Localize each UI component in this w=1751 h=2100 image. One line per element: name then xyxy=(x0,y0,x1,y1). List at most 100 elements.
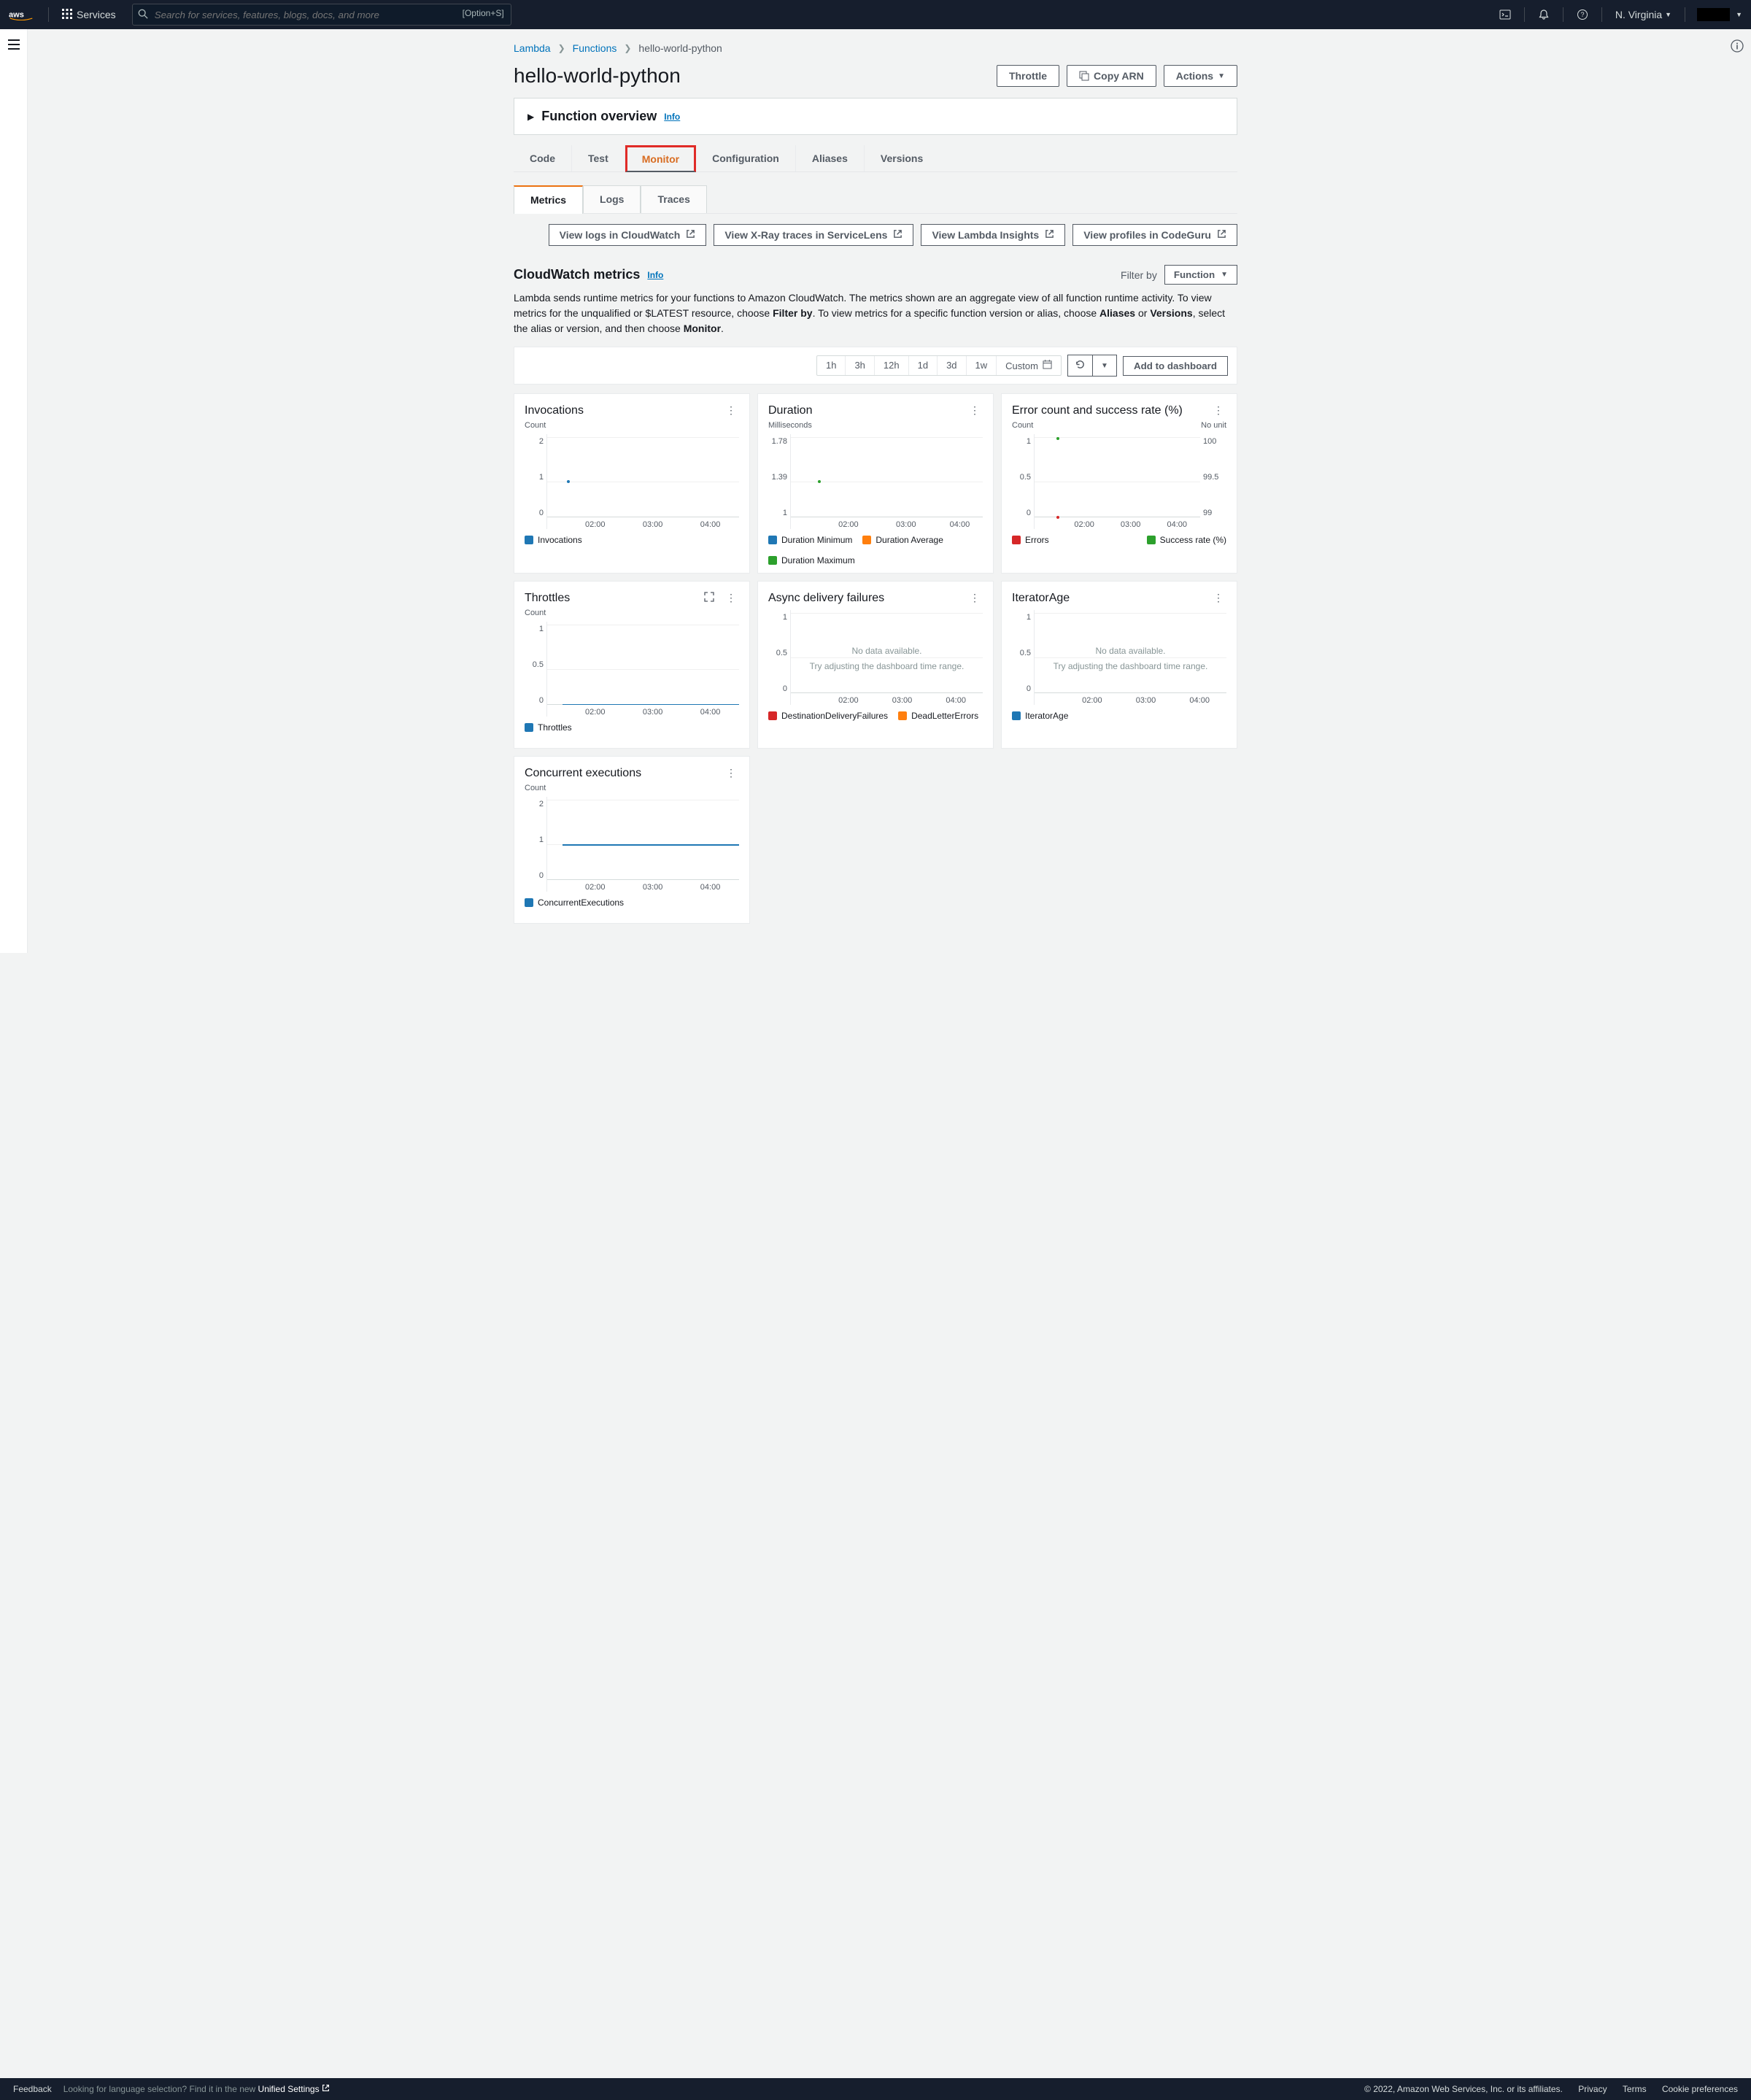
range-1h[interactable]: 1h xyxy=(817,356,846,375)
external-link-icon xyxy=(686,229,695,241)
kebab-menu-icon[interactable]: ⋮ xyxy=(1210,403,1226,418)
hamburger-icon[interactable] xyxy=(8,39,20,953)
expand-icon[interactable] xyxy=(701,590,717,606)
invocations-card: Invocations ⋮ Count 2 1 0 02:00 xyxy=(514,393,750,574)
y-axis: 1 0.5 0 xyxy=(1012,610,1034,705)
filter-by-label: Filter by xyxy=(1121,269,1157,281)
svg-text:aws: aws xyxy=(9,10,24,19)
external-link-icon xyxy=(893,229,902,241)
range-1d[interactable]: 1d xyxy=(909,356,938,375)
grid-icon xyxy=(62,9,72,21)
legend: IteratorAge xyxy=(1012,711,1226,721)
kebab-menu-icon[interactable]: ⋮ xyxy=(967,590,983,606)
concurrent-executions-card: Concurrent executions ⋮ Count 2 1 0 xyxy=(514,756,750,924)
unit-label: Count xyxy=(525,609,546,617)
cloudwatch-info-link[interactable]: Info xyxy=(647,270,663,280)
region-selector[interactable]: N. Virginia ▼ xyxy=(1608,9,1679,20)
function-overview-panel: ▶ Function overview Info xyxy=(514,98,1237,135)
throttle-button[interactable]: Throttle xyxy=(997,65,1059,87)
unit-label-right: No unit xyxy=(1201,421,1226,430)
help-icon[interactable]: ? xyxy=(1569,0,1596,29)
view-lambda-insights-button[interactable]: View Lambda Insights xyxy=(921,224,1065,246)
refresh-icon xyxy=(1075,359,1086,372)
unit-label: Count xyxy=(525,421,546,430)
caret-down-icon: ▼ xyxy=(1218,72,1225,80)
card-title: Concurrent executions xyxy=(525,767,641,780)
kebab-menu-icon[interactable]: ⋮ xyxy=(723,590,739,606)
top-navigation: aws Services [Option+S] ? N. Virginia ▼ xyxy=(0,0,1751,29)
overview-info-link[interactable]: Info xyxy=(664,112,680,122)
tab-test[interactable]: Test xyxy=(572,145,625,171)
range-3d[interactable]: 3d xyxy=(938,356,966,375)
disclosure-triangle-icon: ▶ xyxy=(527,112,534,122)
refresh-dropdown-button[interactable]: ▼ xyxy=(1092,355,1117,377)
notifications-icon[interactable] xyxy=(1531,0,1557,29)
duration-card: Duration ⋮ Milliseconds 1.78 1.39 1 xyxy=(757,393,994,574)
filter-by-dropdown[interactable]: Function ▼ xyxy=(1164,265,1237,285)
cloudwatch-header: CloudWatch metrics Info Filter by Functi… xyxy=(514,265,1237,285)
view-logs-cloudwatch-button[interactable]: View logs in CloudWatch xyxy=(549,224,707,246)
kebab-menu-icon[interactable]: ⋮ xyxy=(723,765,739,781)
metrics-toolbar: 1h 3h 12h 1d 3d 1w Custom ▼ Add to da xyxy=(514,347,1237,385)
aws-logo[interactable]: aws xyxy=(9,9,42,20)
chart-plot: 02:00 03:00 04:00 xyxy=(546,622,739,717)
copy-arn-button[interactable]: Copy ARN xyxy=(1067,65,1156,87)
caret-down-icon: ▼ xyxy=(1221,271,1228,279)
cloudshell-icon[interactable] xyxy=(1492,0,1518,29)
cloudwatch-description: Lambda sends runtime metrics for your fu… xyxy=(514,290,1229,336)
side-panel-toggle xyxy=(0,29,28,953)
divider xyxy=(48,7,49,22)
external-link-icon xyxy=(1217,229,1226,241)
metrics-grid: Invocations ⋮ Count 2 1 0 02:00 xyxy=(514,393,1237,924)
actions-dropdown[interactable]: Actions ▼ xyxy=(1164,65,1237,87)
caret-down-icon: ▼ xyxy=(1665,11,1671,18)
subtab-logs[interactable]: Logs xyxy=(583,185,641,213)
view-xray-traces-button[interactable]: View X-Ray traces in ServiceLens xyxy=(714,224,913,246)
feedback-link[interactable]: Feedback xyxy=(13,2084,52,2094)
range-3h[interactable]: 3h xyxy=(846,356,874,375)
info-icon[interactable] xyxy=(1731,39,1744,953)
divider xyxy=(1601,7,1602,22)
range-custom[interactable]: Custom xyxy=(997,356,1061,375)
legend: ConcurrentExecutions xyxy=(525,897,739,908)
search-icon xyxy=(138,9,148,21)
language-hint: Looking for language selection? Find it … xyxy=(63,2084,330,2094)
search-input[interactable] xyxy=(132,4,511,26)
card-title: Duration xyxy=(768,404,812,417)
add-to-dashboard-button[interactable]: Add to dashboard xyxy=(1123,356,1228,376)
chart-plot: No data available. Try adjusting the das… xyxy=(790,610,983,705)
kebab-menu-icon[interactable]: ⋮ xyxy=(723,403,739,418)
error-rate-card: Error count and success rate (%) ⋮ Count… xyxy=(1001,393,1237,574)
y-axis-left: 1 0.5 0 xyxy=(1012,434,1034,529)
breadcrumb-functions[interactable]: Functions xyxy=(573,42,617,54)
tab-monitor[interactable]: Monitor xyxy=(625,145,696,172)
iterator-age-card: IteratorAge ⋮ 1 0.5 0 No data available. xyxy=(1001,581,1237,749)
privacy-link[interactable]: Privacy xyxy=(1578,2084,1607,2094)
tab-code[interactable]: Code xyxy=(514,145,572,171)
account-indicator[interactable] xyxy=(1697,8,1730,21)
external-link-icon xyxy=(322,2084,330,2094)
services-menu-button[interactable]: Services xyxy=(55,6,123,24)
tab-configuration[interactable]: Configuration xyxy=(696,145,796,171)
unit-label: Count xyxy=(525,784,546,792)
terms-link[interactable]: Terms xyxy=(1623,2084,1647,2094)
refresh-button[interactable] xyxy=(1067,355,1092,377)
breadcrumb-lambda[interactable]: Lambda xyxy=(514,42,551,54)
tab-aliases[interactable]: Aliases xyxy=(796,145,865,171)
cookie-preferences-link[interactable]: Cookie preferences xyxy=(1662,2084,1738,2094)
unit-label-left: Count xyxy=(1012,421,1033,430)
kebab-menu-icon[interactable]: ⋮ xyxy=(967,403,983,418)
unit-label: Milliseconds xyxy=(768,421,812,430)
range-12h[interactable]: 12h xyxy=(875,356,909,375)
tab-versions[interactable]: Versions xyxy=(865,145,939,171)
card-title: Throttles xyxy=(525,592,570,605)
overview-toggle[interactable]: ▶ Function overview Info xyxy=(527,109,1224,124)
y-axis-right: 100 99.5 99 xyxy=(1200,434,1226,529)
kebab-menu-icon[interactable]: ⋮ xyxy=(1210,590,1226,606)
subtab-metrics[interactable]: Metrics xyxy=(514,185,583,214)
view-codeguru-profiles-button[interactable]: View profiles in CodeGuru xyxy=(1072,224,1237,246)
card-title: IteratorAge xyxy=(1012,592,1070,605)
no-data-hint: Try adjusting the dashboard time range. xyxy=(791,661,983,671)
range-1w[interactable]: 1w xyxy=(967,356,997,375)
subtab-traces[interactable]: Traces xyxy=(641,185,706,213)
